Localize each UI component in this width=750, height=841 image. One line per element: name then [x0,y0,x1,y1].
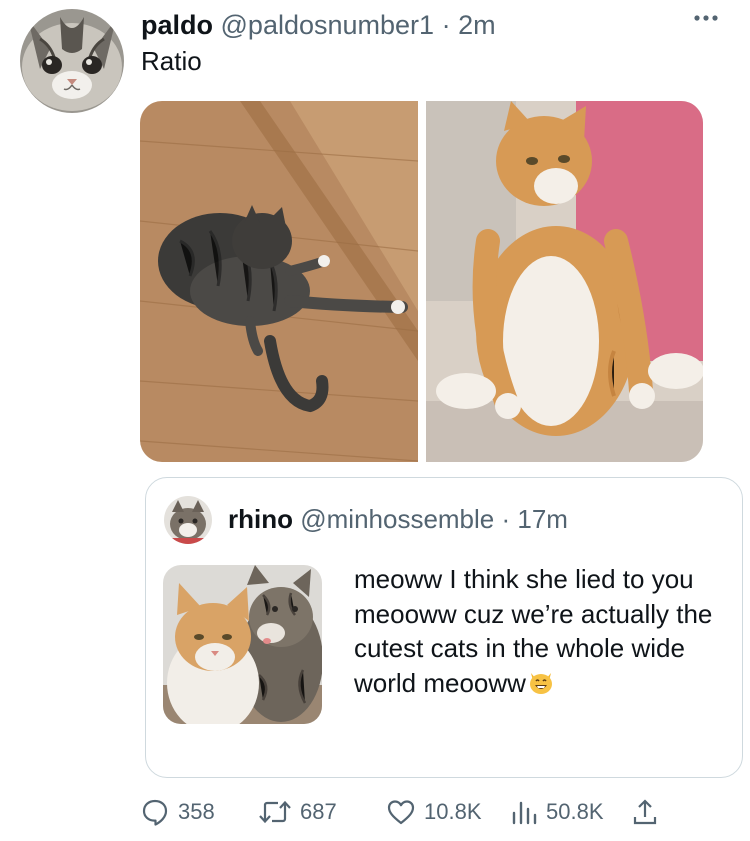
tweet-text: Ratio [141,46,202,76]
quoted-tweet-timestamp: · 17m [501,504,568,534]
quoted-tweet-text: meoww I think she lied to you meooww cuz… [354,562,724,703]
tabby-cat-on-floor-photo[interactable] [140,101,418,462]
author-name[interactable]: paldo [141,10,213,40]
like-count: 10.8K [424,799,482,824]
quoted-author-name: rhino [228,504,293,534]
share-button[interactable] [630,795,660,829]
retweet-count: 687 [300,799,337,824]
two-cats-photo[interactable] [163,565,322,724]
orange-cat-standing-photo[interactable] [426,101,703,462]
tweet-action-bar: 358 687 10.8K 50.8K [140,795,700,829]
tweet-timestamp[interactable]: · 2m [442,10,496,40]
quoted-tweet-header: rhino @minhossemble · 17m [228,502,568,536]
quoted-tweet[interactable]: rhino @minhossemble · 17m meoww I think … [145,477,743,778]
author-handle[interactable]: @paldosnumber1 [221,10,435,40]
reply-button[interactable]: 358 [140,795,215,829]
tweet-media [140,101,703,462]
tweet-header: paldo @paldosnumber1 · 2m [141,8,496,42]
retweet-icon [258,797,292,827]
reply-icon [140,797,170,827]
views-button[interactable]: 50.8K [510,795,604,829]
share-icon [630,797,660,827]
retweet-button[interactable]: 687 [258,795,337,829]
view-count: 50.8K [546,799,604,824]
more-icon[interactable] [690,8,722,28]
author-avatar[interactable] [20,9,124,113]
like-button[interactable]: 10.8K [386,795,482,829]
heart-icon [386,797,416,827]
quoted-author-avatar[interactable] [164,496,212,544]
grinning-cat-emoji-icon [528,669,554,704]
quoted-author-handle: @minhossemble [300,504,495,534]
reply-count: 358 [178,799,215,824]
views-chart-icon [510,797,538,827]
